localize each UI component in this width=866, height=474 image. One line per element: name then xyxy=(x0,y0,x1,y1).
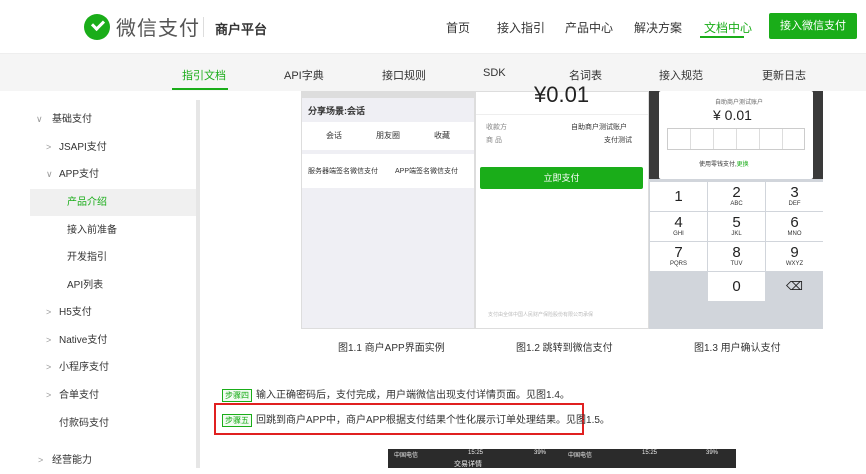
password-input xyxy=(667,128,805,150)
sidebar-item-business-capability[interactable]: > 经营能力 xyxy=(16,447,196,474)
wechat-pay-icon xyxy=(84,13,110,40)
amount-display: ¥0.01 xyxy=(534,82,590,107)
figure-1-4-screenshot: 中国电信 15:25 39% 交易详情 中国电信 15:25 39% xyxy=(388,449,736,468)
brand-name: 微信支付 xyxy=(116,18,200,40)
keypad-key: 2 ABC xyxy=(708,182,765,211)
sidebar-item-basic-payment[interactable]: ∨ 基础支付 xyxy=(16,106,196,133)
share-scene-title: 分享场景:会话 xyxy=(308,106,365,116)
tab-changelog[interactable]: 更新日志 xyxy=(762,67,806,83)
delete-key-icon: ⌫ xyxy=(766,272,823,301)
keypad-key: 7 PQRS xyxy=(650,242,707,271)
sidebar-item-h5[interactable]: > H5支付 xyxy=(16,299,196,326)
step-four: 步骤四 输入正确密码后，支付完成，用户端微信出现支付详情页面。见图1.4。 xyxy=(222,386,570,402)
app-sign-pay: APP端签名微信支付 xyxy=(395,168,459,175)
platform-name: 商户平台 xyxy=(215,22,268,37)
keypad-key: 6 MNO xyxy=(766,212,823,241)
keypad-key: 1 xyxy=(650,182,707,211)
tab-glossary[interactable]: 名词表 xyxy=(569,67,602,83)
pay-now-button: 立即支付 xyxy=(480,167,643,189)
figure-caption-3: 图1.3 用户确认支付 xyxy=(694,343,781,354)
sidebar-item-code-pay[interactable]: 付款码支付 xyxy=(16,410,196,437)
divider xyxy=(203,17,204,37)
wechat-pay-screenshot: ¥0.01 收款方 自助商户测试账户 商 品 支付测试 立即支付 支付由全体中国… xyxy=(475,82,649,329)
option-moments: 朋友圈 xyxy=(376,131,400,140)
nav-guide[interactable]: 接入指引 xyxy=(497,19,545,36)
tab-api-dictionary[interactable]: API字典 xyxy=(284,67,324,83)
wechat-pay-logo[interactable]: 微信支付 xyxy=(84,12,200,41)
sidebar-item-preparation[interactable]: 接入前准备 xyxy=(16,217,196,244)
insurance-footer: 支付由全体中国人民财产保险股份有限公司承保 xyxy=(488,312,594,318)
chevron-right-icon: > xyxy=(46,307,52,317)
chevron-down-icon: ∨ xyxy=(36,114,43,124)
figure-caption-2: 图1.2 跳转到微信支付 xyxy=(516,343,613,354)
server-sign-pay: 服务器端签名微信支付 xyxy=(308,168,378,175)
chevron-right-icon: > xyxy=(46,362,52,372)
doc-content: 分享场景:会话 会话 朋友圈 收藏 服务器端签名微信支付 APP端签名微信支付 … xyxy=(210,82,866,468)
keypad-key: 4 GHI xyxy=(650,212,707,241)
doc-sidebar: ∨ 基础支付 > JSAPI支付 ∨ APP支付 产品介绍 接入前准备 开发指引… xyxy=(16,100,200,468)
sidebar-item-combined-pay[interactable]: > 合单支付 xyxy=(16,382,196,409)
keypad-key: 0 xyxy=(708,272,765,301)
tab-sdk[interactable]: SDK xyxy=(483,67,506,79)
chevron-right-icon: > xyxy=(46,335,52,345)
tab-integration-spec[interactable]: 接入规范 xyxy=(659,67,703,83)
sidebar-item-mini-program[interactable]: > 小程序支付 xyxy=(16,354,196,381)
merchant-app-screenshot: 分享场景:会话 会话 朋友圈 收藏 服务器端签名微信支付 APP端签名微信支付 xyxy=(301,91,475,329)
tab-interface-rules[interactable]: 接口规则 xyxy=(382,67,426,83)
payee-name: 自助商户测试账户 xyxy=(571,124,627,131)
chevron-right-icon: > xyxy=(46,390,52,400)
sidebar-scrollbar[interactable] xyxy=(196,100,200,468)
sidebar-item-product-intro[interactable]: 产品介绍 xyxy=(30,189,200,216)
nav-products[interactable]: 产品中心 xyxy=(565,19,613,36)
goods-name: 支付测试 xyxy=(604,137,632,144)
active-tab-indicator xyxy=(172,88,228,90)
password-dialog: 自助商户测试账户 ¥ 0.01 使用零钱支付,更换 xyxy=(659,91,813,179)
nav-home[interactable]: 首页 xyxy=(446,19,470,36)
join-wechat-pay-button[interactable]: 接入微信支付 xyxy=(769,13,857,39)
sidebar-item-native[interactable]: > Native支付 xyxy=(16,327,196,354)
sidebar-item-api-list[interactable]: API列表 xyxy=(16,272,196,299)
top-header: 微信支付 商户平台 首页 接入指引 产品中心 解决方案 文档中心 接入微信支付 xyxy=(0,0,866,53)
step-badge: 步骤五 xyxy=(222,414,252,427)
keypad-key xyxy=(650,272,707,301)
nav-docs[interactable]: 文档中心 xyxy=(704,19,752,36)
keypad-key: 9 WXYZ xyxy=(766,242,823,271)
keypad-key: 5 JKL xyxy=(708,212,765,241)
keypad-key: 8 TUV xyxy=(708,242,765,271)
figure-caption-1: 图1.1 商户APP界面实例 xyxy=(338,343,445,354)
doc-subnav: 指引文档 API字典 接口规则 SDK 名词表 接入规范 更新日志 xyxy=(0,53,866,91)
chevron-right-icon: > xyxy=(46,142,52,152)
option-favorites: 收藏 xyxy=(434,131,450,140)
active-nav-indicator xyxy=(700,36,744,38)
option-chat: 会话 xyxy=(326,131,342,140)
nav-solutions[interactable]: 解决方案 xyxy=(634,19,682,36)
step-five: 步骤五 回跳到商户APP中，商户APP根据支付结果个性化展示订单处理结果。见图1.… xyxy=(222,411,610,427)
sidebar-item-dev-guide[interactable]: 开发指引 xyxy=(16,244,196,271)
password-confirm-screenshot: 自助商户测试账户 ¥ 0.01 使用零钱支付,更换 1 2 ABC 3 DEF 4 GHI 5… xyxy=(649,91,823,329)
step-badge: 步骤四 xyxy=(222,389,252,402)
confirm-amount: ¥ 0.01 xyxy=(713,107,752,123)
tab-guide-docs[interactable]: 指引文档 xyxy=(182,67,226,83)
sidebar-item-jsapi[interactable]: > JSAPI支付 xyxy=(16,134,196,161)
keypad-key: 3 DEF xyxy=(766,182,823,211)
chevron-down-icon: ∨ xyxy=(46,169,53,179)
sidebar-item-app-pay[interactable]: ∨ APP支付 xyxy=(16,161,196,188)
chevron-right-icon: > xyxy=(38,455,44,465)
